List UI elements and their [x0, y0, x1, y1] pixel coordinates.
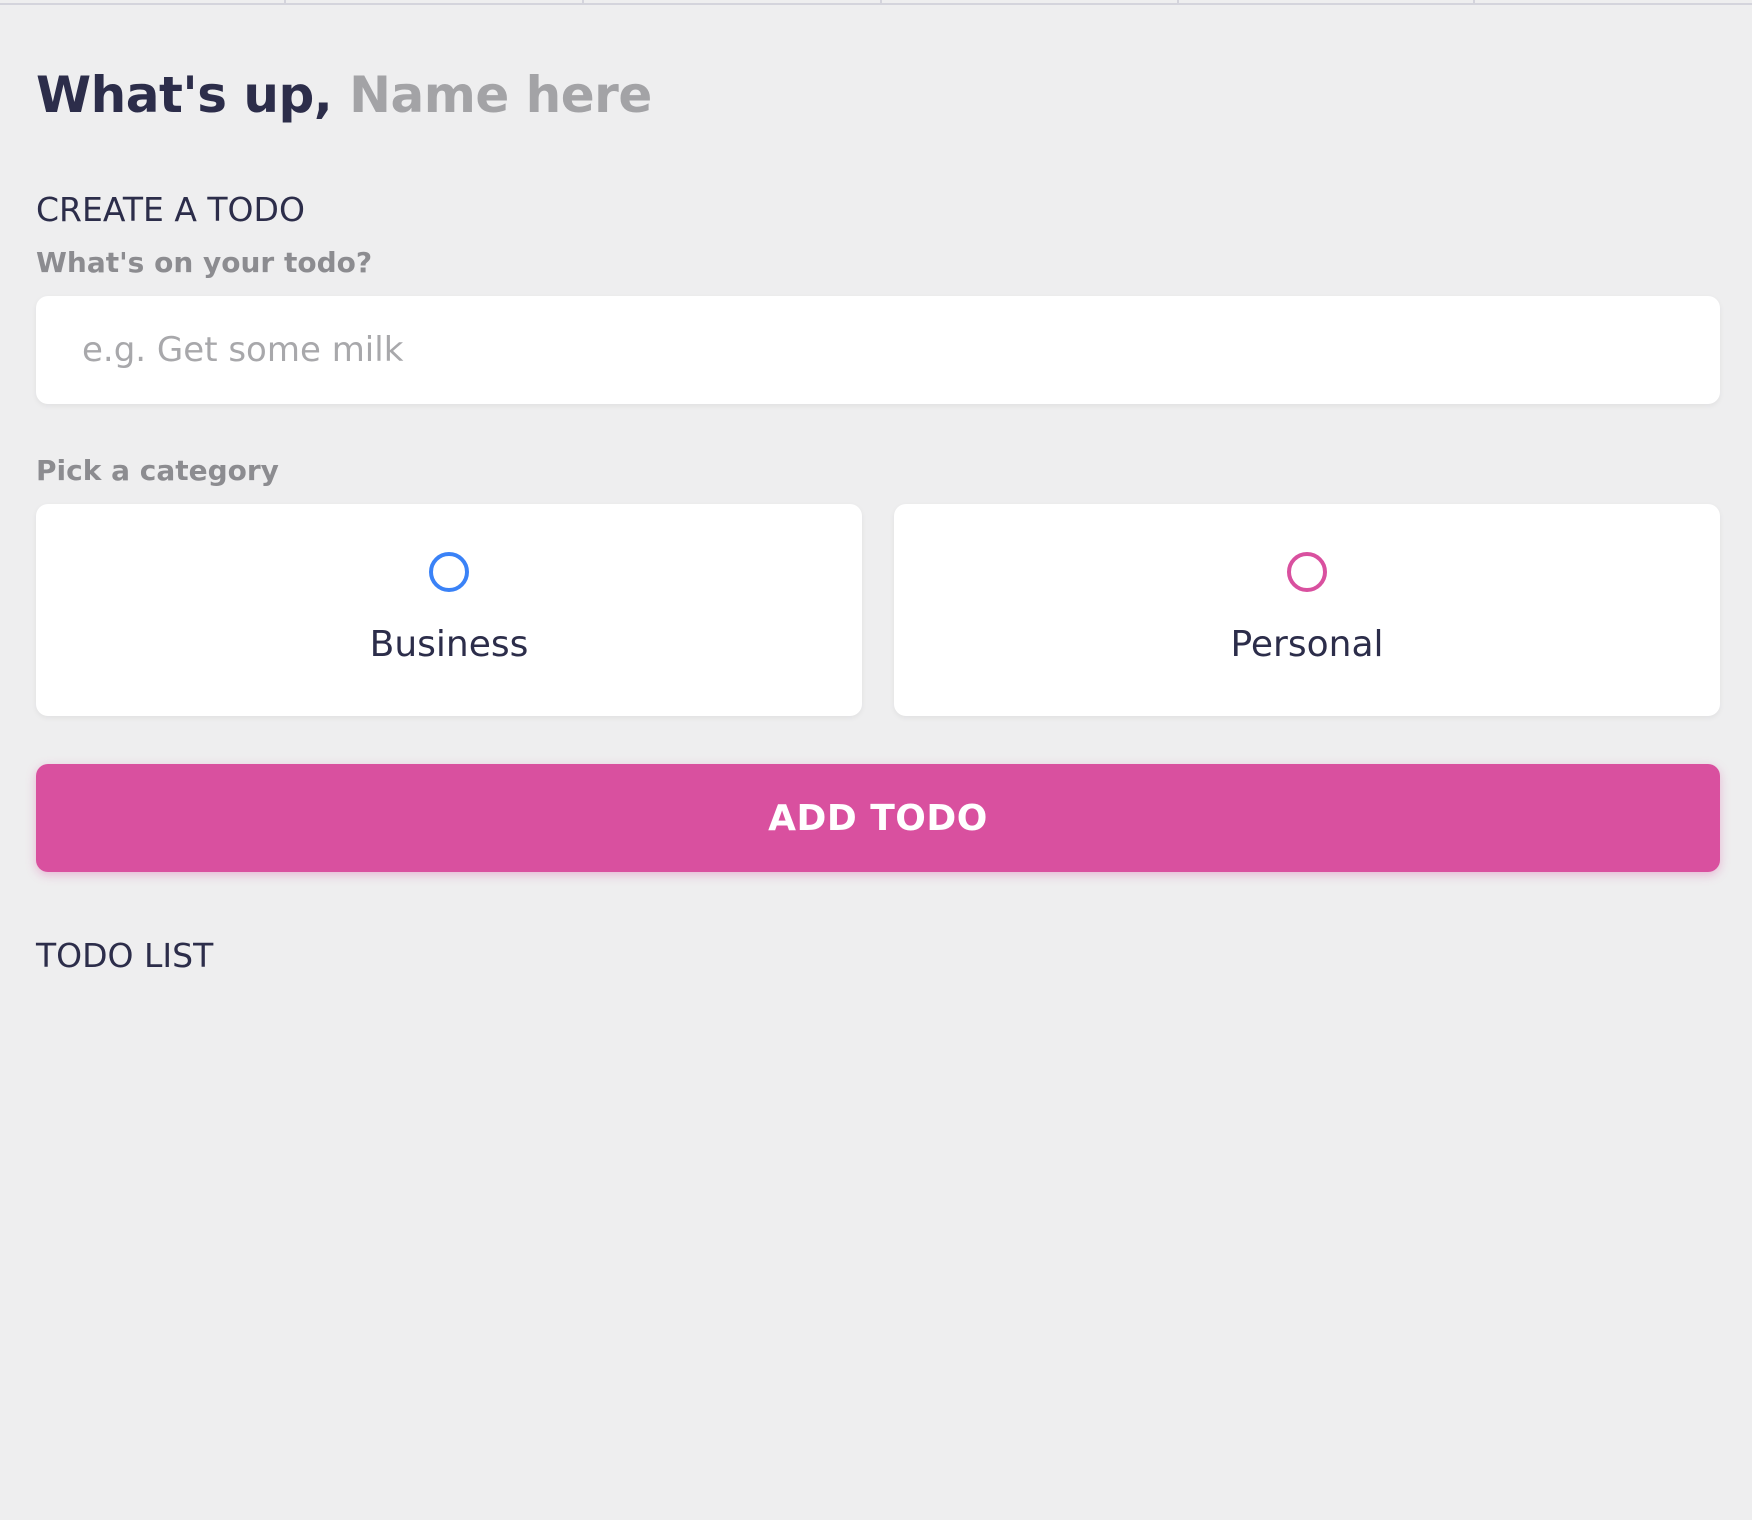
business-label: Business: [369, 624, 529, 665]
personal-label: Personal: [1230, 624, 1384, 665]
todo-input[interactable]: [36, 296, 1720, 404]
divider-tick: [1177, 0, 1179, 5]
todo-input-label: What's on your todo?: [36, 246, 373, 279]
add-todo-button[interactable]: ADD TODO: [36, 764, 1720, 872]
todo-app: What's up, Name here CREATE A TODO What'…: [0, 0, 1752, 1520]
category-personal[interactable]: Personal: [894, 504, 1720, 716]
personal-radio[interactable]: [1287, 552, 1327, 592]
category-business[interactable]: Business: [36, 504, 862, 716]
divider-tick: [880, 0, 882, 5]
name-field[interactable]: Name here: [349, 66, 652, 124]
greeting-prefix: What's up,: [36, 66, 333, 124]
divider-tick: [582, 0, 584, 5]
category-label: Pick a category: [36, 454, 279, 487]
divider-tick: [1473, 0, 1475, 5]
business-radio[interactable]: [429, 552, 469, 592]
todo-list-title: TODO LIST: [36, 936, 214, 975]
greeting-heading: What's up, Name here: [36, 66, 652, 124]
divider-tick: [284, 0, 286, 5]
create-todo-title: CREATE A TODO: [36, 190, 305, 229]
top-divider: [0, 0, 1752, 5]
